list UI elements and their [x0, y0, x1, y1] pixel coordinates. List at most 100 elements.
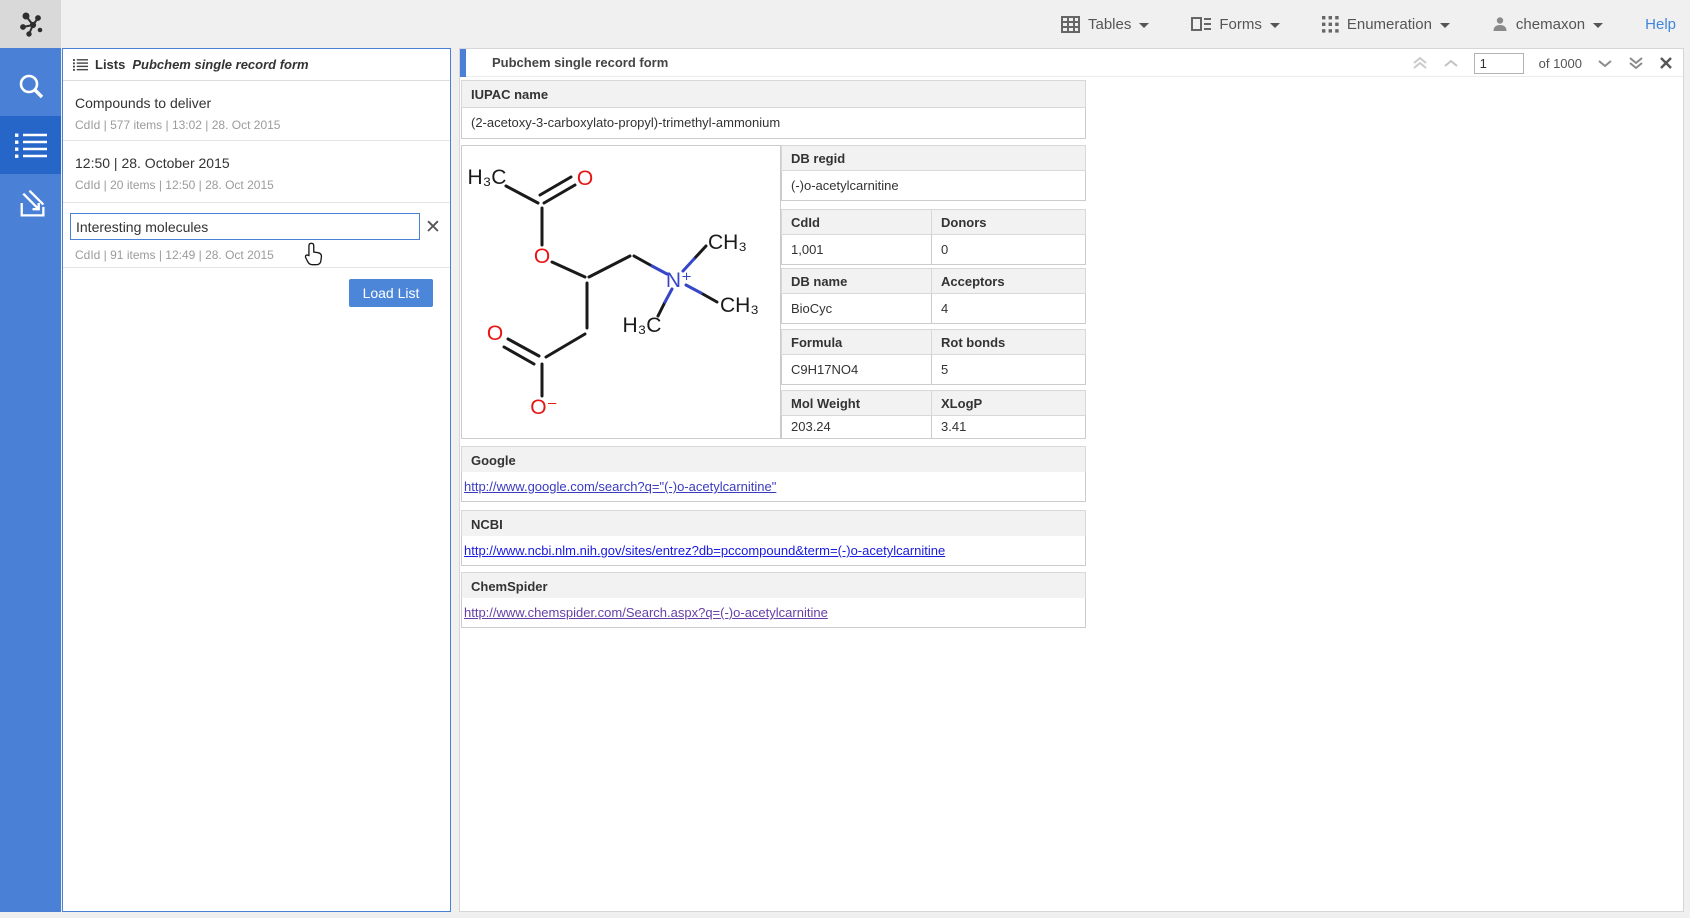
field-label: Acceptors — [931, 269, 1085, 293]
field-label: Rot bonds — [931, 330, 1085, 354]
field-formula-rotbonds: Formula Rot bonds C9H17NO4 5 — [781, 329, 1086, 385]
property-column: DB regid (-)o-acetylcarnitine CdId Donor… — [781, 145, 1086, 439]
field-molweight-xlogp: Mol Weight XLogP 203.24 3.41 — [781, 390, 1086, 439]
enumeration-icon — [1322, 16, 1339, 33]
field-value: 5 — [931, 355, 1085, 384]
top-menu: Tables Forms — [1061, 0, 1676, 48]
sidebar-item-export[interactable] — [0, 174, 61, 232]
field-label: Mol Weight — [782, 391, 931, 415]
menu-user-label: chemaxon — [1516, 16, 1585, 33]
close-form-button[interactable] — [1659, 56, 1673, 70]
chemspider-search-link[interactable]: http://www.chemspider.com/Search.aspx?q=… — [464, 605, 828, 620]
field-cdid-donors: CdId Donors 1,001 0 — [781, 209, 1086, 265]
field-label: DB regid — [782, 146, 1085, 170]
field-value: 1,001 — [782, 235, 931, 264]
google-search-link[interactable]: http://www.google.com/search?q="(-)o-ace… — [464, 479, 776, 494]
close-icon — [1659, 56, 1673, 70]
field-value: 3.41 — [931, 416, 1085, 438]
link-row: http://www.ncbi.nlm.nih.gov/sites/entrez… — [461, 536, 1086, 566]
record-count-label: of 1000 — [1539, 56, 1582, 71]
load-list-button[interactable]: Load List — [349, 279, 433, 307]
list-rename-input[interactable] — [70, 213, 420, 240]
field-value: C9H17NO4 — [782, 355, 931, 384]
chevron-down-icon — [1597, 59, 1613, 68]
section-label-chemspider: ChemSpider — [461, 572, 1086, 600]
link-row: http://www.chemspider.com/Search.aspx?q=… — [461, 598, 1086, 628]
sidebar-item-search[interactable] — [0, 58, 61, 116]
help-link[interactable]: Help — [1645, 16, 1676, 33]
field-value: 203.24 — [782, 416, 931, 438]
atom-label: H₃C — [468, 166, 507, 189]
list-item-meta: CdId | 20 items | 12:50 | 28. Oct 2015 — [75, 178, 440, 204]
next-record-button[interactable] — [1597, 59, 1613, 68]
molecule-logo-icon — [15, 8, 47, 40]
list-item-meta: CdId | 91 items | 12:49 | 28. Oct 2015 — [75, 248, 440, 274]
app-logo-button[interactable] — [0, 0, 61, 48]
atom-label: O — [487, 322, 503, 345]
chevron-down-icon — [1139, 23, 1149, 28]
record-form: IUPAC name (2-acetoxy-3-carboxylato-prop… — [461, 80, 1086, 139]
tables-icon — [1061, 16, 1080, 33]
field-label: XLogP — [931, 391, 1085, 415]
menu-enumeration[interactable]: Enumeration — [1322, 16, 1450, 33]
atom-label: H₃C — [623, 314, 662, 337]
chevron-down-icon — [1270, 23, 1280, 28]
atom-label: CH₃ — [720, 294, 759, 317]
field-label-iupac: IUPAC name — [461, 80, 1086, 108]
section-label-google: Google — [461, 446, 1086, 474]
lists-icon — [73, 58, 88, 71]
lists-panel-context: Pubchem single record form — [132, 57, 308, 72]
field-label: DB name — [782, 269, 931, 293]
field-value: 4 — [931, 294, 1085, 323]
menu-tables-label: Tables — [1088, 16, 1131, 33]
field-value: (-)o-acetylcarnitine — [782, 171, 1085, 200]
lists-panel-title: Lists — [95, 57, 125, 72]
section-label-ncbi: NCBI — [461, 510, 1086, 538]
application-window: Tables Forms — [0, 0, 1690, 918]
first-record-button[interactable] — [1412, 56, 1428, 70]
atom-label: CH₃ — [708, 231, 747, 254]
lists-icon — [15, 132, 47, 158]
link-row: http://www.google.com/search?q="(-)o-ace… — [461, 472, 1086, 502]
panel-accent-bar — [460, 49, 466, 77]
close-icon[interactable]: ✕ — [424, 219, 442, 237]
structure-viewer: H₃C O O N⁺ CH₃ CH₃ H₃C O O⁻ — [461, 145, 781, 439]
user-icon — [1492, 16, 1508, 32]
lists-panel-header: Lists Pubchem single record form — [63, 49, 450, 81]
left-sidebar — [0, 48, 61, 912]
menu-forms-label: Forms — [1219, 16, 1262, 33]
field-value: 0 — [931, 235, 1085, 264]
list-item[interactable]: 12:50 | 28. October 2015 CdId | 20 items… — [63, 141, 450, 203]
double-chevron-down-icon — [1628, 56, 1644, 70]
list-item[interactable]: Compounds to deliver CdId | 577 items | … — [63, 81, 450, 141]
export-icon — [14, 186, 48, 220]
menu-user-account[interactable]: chemaxon — [1492, 16, 1603, 33]
last-record-button[interactable] — [1628, 56, 1644, 70]
menu-forms[interactable]: Forms — [1191, 16, 1280, 33]
field-value-iupac: (2-acetoxy-3-carboxylato-propyl)-trimeth… — [461, 108, 1086, 139]
form-panel-titlebar: Pubchem single record form of 1000 — [460, 49, 1683, 77]
field-value: BioCyc — [782, 294, 931, 323]
ncbi-search-link[interactable]: http://www.ncbi.nlm.nih.gov/sites/entrez… — [464, 543, 945, 558]
menu-tables[interactable]: Tables — [1061, 16, 1149, 33]
atom-label: N⁺ — [666, 269, 692, 292]
form-panel-title: Pubchem single record form — [492, 55, 668, 70]
molecule-structure: H₃C O O N⁺ CH₃ CH₃ H₃C O O⁻ — [462, 146, 780, 438]
atom-label: O — [534, 245, 550, 268]
list-item-title: 12:50 | 28. October 2015 — [75, 155, 440, 171]
top-bar: Tables Forms — [0, 0, 1690, 48]
double-chevron-up-icon — [1412, 56, 1428, 70]
chevron-down-icon — [1593, 23, 1603, 28]
forms-icon — [1191, 16, 1211, 32]
field-label: Formula — [782, 330, 931, 354]
search-icon — [16, 72, 46, 102]
list-item-title: Compounds to deliver — [75, 95, 440, 111]
atom-label: O — [577, 167, 593, 190]
field-label: Donors — [931, 210, 1085, 234]
list-item-editing[interactable]: ✕ CdId | 91 items | 12:49 | 28. Oct 2015 — [63, 203, 450, 268]
record-number-input[interactable] — [1474, 53, 1524, 74]
previous-record-button[interactable] — [1443, 59, 1459, 68]
sidebar-item-lists[interactable] — [0, 116, 61, 174]
chevron-down-icon — [1440, 23, 1450, 28]
menu-enumeration-label: Enumeration — [1347, 16, 1432, 33]
